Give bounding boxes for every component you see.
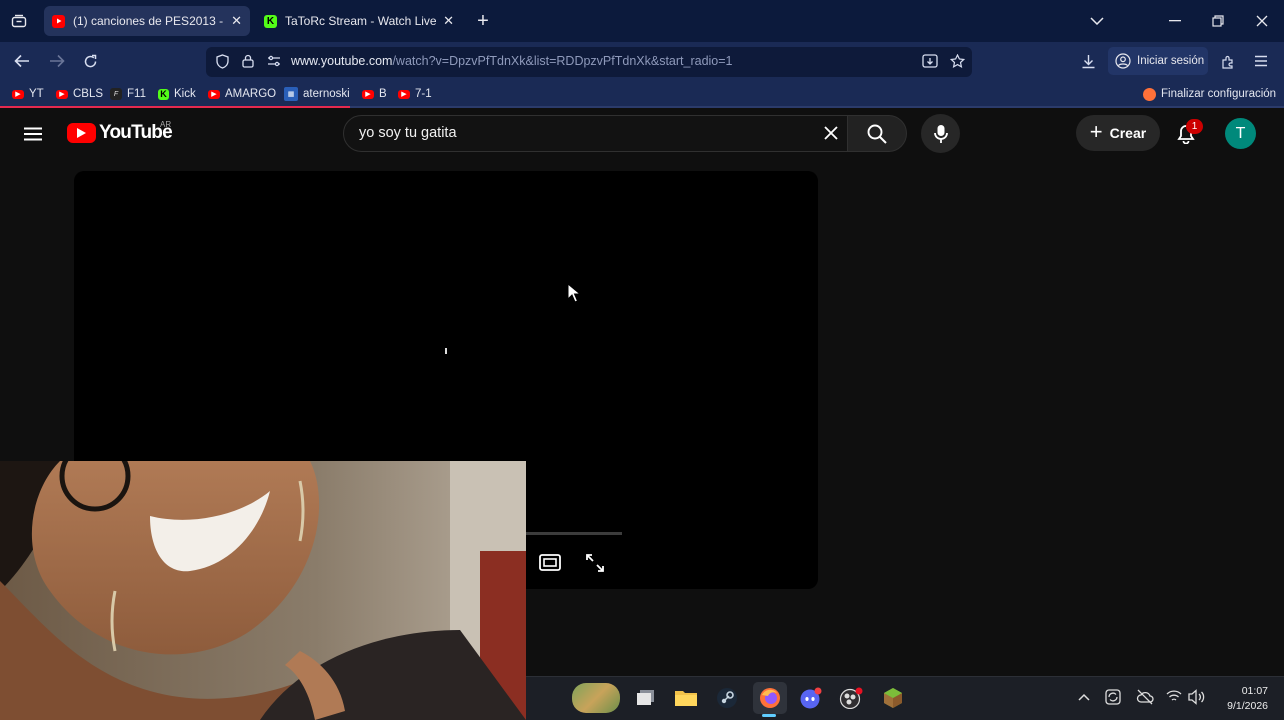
task-view-icon[interactable]	[633, 685, 659, 711]
signin-label: Iniciar sesión	[1137, 55, 1205, 67]
youtube-favicon-icon: ▶	[56, 89, 68, 99]
search-icon	[867, 124, 887, 144]
bookmark-label: Kick	[174, 88, 196, 100]
bookmark-aternoski[interactable]: ▦ aternoski	[284, 86, 350, 102]
shield-icon[interactable]	[209, 48, 235, 74]
tray-overflow-chevron-up-icon[interactable]	[1076, 688, 1092, 706]
search-query: yo soy tu gatita	[359, 125, 457, 141]
firefox-taskbar-icon[interactable]	[753, 682, 787, 714]
bookmark-star-icon[interactable]	[944, 48, 970, 74]
url-path: /watch?v=DpzvPfTdnXk&list=RDDpzvPfTdnXk&…	[392, 54, 733, 68]
aternos-favicon-icon: ▦	[284, 87, 298, 101]
kick-favicon-icon: K	[264, 14, 277, 28]
notification-badge: 1	[1186, 119, 1203, 134]
search-button[interactable]	[847, 115, 907, 152]
discord-icon[interactable]	[798, 685, 824, 711]
steam-icon[interactable]	[714, 685, 740, 711]
widgets-weather-icon[interactable]	[572, 683, 620, 713]
bookmark-b[interactable]: ▶ B	[362, 86, 387, 102]
tab-youtube[interactable]: (1) canciones de PES2013 - YouTube ✕	[44, 6, 250, 36]
youtube-logo[interactable]: YouTube	[67, 122, 173, 144]
tab-list-chevron-down-icon[interactable]	[1084, 8, 1110, 34]
theater-mode-icon[interactable]	[537, 550, 563, 574]
youtube-play-logo-icon	[67, 123, 96, 143]
volume-icon[interactable]	[1188, 689, 1208, 707]
url-domain: www.youtube.com	[291, 54, 393, 68]
site-permissions-icon[interactable]	[261, 48, 287, 74]
tab-title: TaToRc Stream - Watch Live on Kick	[285, 14, 437, 28]
bookmark-label: YT	[29, 88, 44, 100]
plus-icon: +	[1089, 119, 1103, 144]
sync-icon[interactable]	[1104, 688, 1124, 708]
bookmark-yt[interactable]: ▶ YT	[12, 86, 44, 102]
finish-setup-link[interactable]: Finalizar configuración	[1143, 86, 1276, 102]
minimize-button[interactable]	[1162, 8, 1188, 34]
active-app-indicator	[762, 714, 776, 717]
guide-menu-icon[interactable]	[20, 121, 46, 147]
restore-button[interactable]	[1205, 8, 1231, 34]
firefox-icon	[1143, 87, 1156, 101]
tab-title: (1) canciones de PES2013 - YouTube	[73, 14, 225, 28]
bookmark-label: 7-1	[415, 88, 432, 100]
youtube-favicon-icon: ▶	[362, 89, 374, 99]
wifi-icon[interactable]	[1166, 689, 1184, 707]
close-tab-icon[interactable]: ✕	[443, 13, 454, 29]
bookmark-f11[interactable]: F F11	[110, 86, 146, 102]
tab-kick[interactable]: K TaToRc Stream - Watch Live on Kick ✕	[256, 6, 462, 36]
lock-icon[interactable]	[235, 48, 261, 74]
youtube-favicon-icon: ▶	[398, 89, 410, 99]
create-button[interactable]: + Crear	[1076, 115, 1160, 151]
close-window-button[interactable]	[1249, 8, 1275, 34]
loading-indicator	[445, 348, 447, 354]
account-icon	[1115, 53, 1131, 69]
new-tab-button[interactable]: +	[470, 8, 496, 34]
webcam-overlay	[0, 461, 526, 720]
clock-date: 9/1/2026	[1227, 700, 1268, 712]
menu-hamburger-icon[interactable]	[1248, 48, 1274, 74]
signin-button[interactable]: Iniciar sesión	[1108, 47, 1208, 75]
youtube-favicon-icon: ▶	[12, 89, 24, 99]
webcam-feed-image	[0, 461, 526, 720]
bookmark-7-1[interactable]: ▶ 7-1	[398, 86, 432, 102]
extensions-icon[interactable]	[1215, 48, 1241, 74]
clock-time: 01:07	[1241, 685, 1268, 697]
tab-overview-icon[interactable]	[6, 8, 32, 34]
url-text[interactable]: www.youtube.com/watch?v=DpzvPfTdnXk&list…	[291, 54, 733, 68]
bookmark-cbls[interactable]: ▶ CBLS	[56, 86, 103, 102]
youtube-favicon-icon: ▶	[208, 89, 220, 99]
reload-icon[interactable]	[77, 48, 103, 74]
voice-search-button[interactable]	[921, 114, 960, 153]
bookmark-kick[interactable]: K Kick	[158, 86, 196, 102]
kick-favicon-icon: K	[158, 88, 169, 100]
bookmark-label: B	[379, 88, 387, 100]
back-arrow-icon[interactable]	[9, 48, 35, 74]
create-label: Crear	[1109, 125, 1147, 141]
clear-search-icon[interactable]	[820, 122, 842, 144]
bookmark-label: aternoski	[303, 88, 350, 100]
video-progress-bar[interactable]	[526, 532, 622, 535]
cloud-off-icon[interactable]	[1136, 688, 1156, 708]
bookmark-label: F11	[127, 88, 146, 100]
close-tab-icon[interactable]: ✕	[231, 13, 242, 29]
minecraft-icon[interactable]	[880, 685, 906, 711]
finish-setup-label: Finalizar configuración	[1161, 88, 1277, 100]
bookmark-label: CBLS	[73, 88, 104, 100]
taskbar-clock[interactable]: 01:07 9/1/2026	[1214, 684, 1268, 714]
f11-favicon-icon: F	[110, 88, 122, 100]
obs-icon[interactable]	[838, 685, 864, 711]
downloads-icon[interactable]	[1075, 48, 1101, 74]
microphone-icon	[933, 124, 948, 144]
avatar[interactable]: T	[1225, 118, 1256, 149]
file-explorer-icon[interactable]	[673, 685, 699, 711]
country-code: AR	[160, 120, 172, 129]
youtube-favicon-icon	[52, 14, 65, 28]
fullscreen-icon[interactable]	[583, 551, 607, 575]
mouse-cursor-icon	[567, 282, 582, 308]
forward-arrow-icon[interactable]	[44, 48, 70, 74]
bookmark-amargo[interactable]: ▶ AMARGO	[208, 86, 276, 102]
reader-view-icon[interactable]	[917, 48, 943, 74]
bookmark-label: AMARGO	[225, 88, 277, 100]
